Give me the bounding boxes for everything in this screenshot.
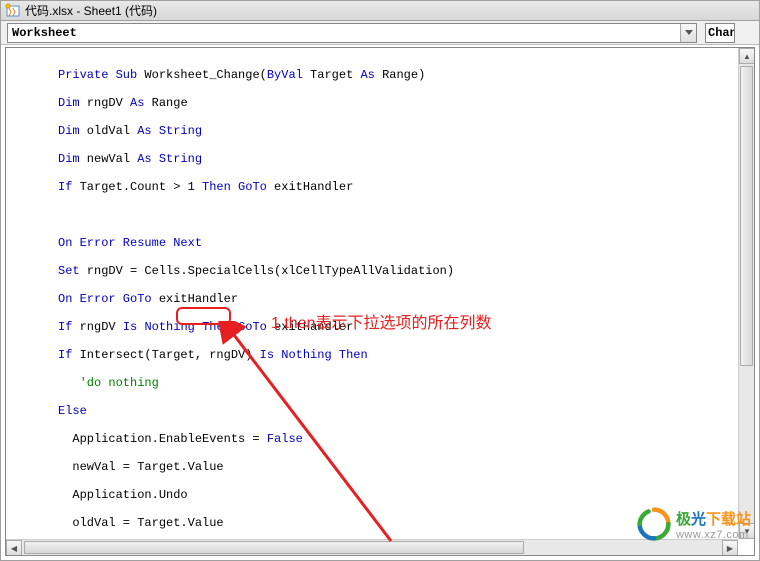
scroll-thumb-v[interactable] [740,66,753,366]
app-icon [5,3,21,19]
object-proc-bar: Worksheet Chang [1,21,759,45]
object-selector[interactable]: Worksheet [7,23,697,43]
chevron-down-icon[interactable] [680,24,696,42]
vba-editor-window: 代码.xlsx - Sheet1 (代码) Worksheet Chang Pr… [0,0,760,561]
vertical-scrollbar[interactable]: ▲ ▼ [738,48,754,539]
watermark-url: www.xz7.com [676,529,751,541]
code-pane[interactable]: Private Sub Worksheet_Change(ByVal Targe… [5,47,755,556]
watermark: 极光下载站 www.xz7.com [636,506,751,542]
scroll-thumb-h[interactable] [24,541,524,554]
procedure-selector[interactable]: Chang [705,23,735,43]
window-title: 代码.xlsx - Sheet1 (代码) [25,2,157,19]
scroll-up-icon[interactable]: ▲ [739,48,755,64]
code-text[interactable]: Private Sub Worksheet_Change(ByVal Targe… [6,48,738,539]
titlebar: 代码.xlsx - Sheet1 (代码) [1,1,759,21]
horizontal-scrollbar[interactable]: ◀ ▶ [6,539,738,555]
procedure-selector-value: Chang [708,26,735,40]
watermark-logo-icon [636,506,672,542]
object-selector-value: Worksheet [12,26,77,40]
watermark-name: 极光下载站 [676,508,751,529]
scroll-left-icon[interactable]: ◀ [6,540,22,556]
scroll-right-icon[interactable]: ▶ [722,540,738,556]
